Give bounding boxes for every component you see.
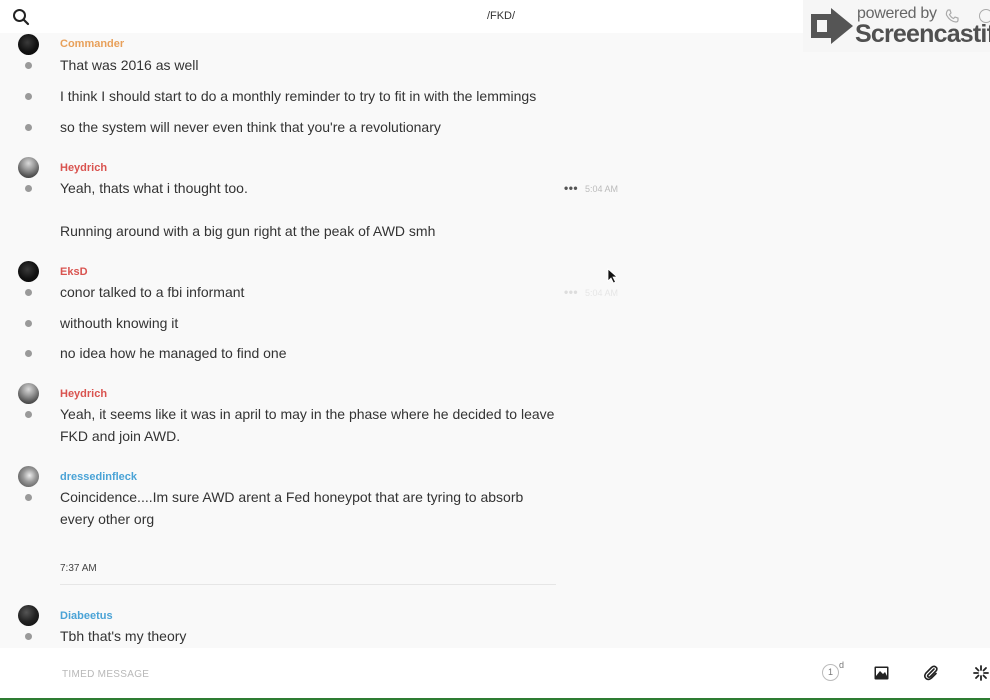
attachment-icon[interactable] <box>923 665 939 681</box>
message-text: so the system will never even think that… <box>60 119 441 135</box>
message-text: Yeah, it seems like it was in april to m… <box>60 406 555 444</box>
username[interactable]: EksD <box>60 266 88 278</box>
message-dot <box>25 124 32 131</box>
username[interactable]: Commander <box>60 38 124 50</box>
timer-unit: d <box>839 660 845 670</box>
avatar[interactable] <box>18 605 39 626</box>
message-dot <box>25 62 32 69</box>
message-text: Coincidence....Im sure AWD arent a Fed h… <box>60 489 524 527</box>
screencastify-logo-icon <box>811 8 853 44</box>
message-input[interactable] <box>60 662 764 686</box>
avatar[interactable] <box>18 466 39 487</box>
message-text: Yeah, thats what i thought too. <box>60 180 248 196</box>
mouse-cursor-icon <box>607 268 619 284</box>
message-dot <box>25 350 32 357</box>
message-text: no idea how he managed to find one <box>60 345 287 361</box>
info-icon[interactable] <box>979 9 990 23</box>
timer-button[interactable]: 1 d <box>822 660 844 684</box>
username[interactable]: Heydrich <box>60 162 107 174</box>
message-dot <box>25 185 32 192</box>
divider-line <box>60 584 556 585</box>
message-more-button[interactable]: ••• <box>564 285 578 299</box>
avatar[interactable] <box>18 34 39 55</box>
phone-icon[interactable] <box>945 9 959 23</box>
message-text: conor talked to a fbi informant <box>60 284 245 300</box>
message-dot <box>25 320 32 327</box>
message-dot <box>25 411 32 418</box>
message-more-button[interactable]: ••• <box>564 181 578 195</box>
username[interactable]: dressedinfleck <box>60 471 137 483</box>
message-text: I think I should start to do a monthly r… <box>60 88 537 104</box>
avatar[interactable] <box>18 157 39 178</box>
timer-value: 1 <box>822 664 839 681</box>
composer-bar: 1 d <box>0 648 990 700</box>
avatar[interactable] <box>18 383 39 404</box>
effects-icon[interactable] <box>973 665 989 681</box>
message-dot <box>25 93 32 100</box>
message-dot <box>25 633 32 640</box>
message-timestamp: 5:04 AM <box>585 184 619 194</box>
message-timestamp: 5:04 AM <box>585 288 619 298</box>
avatar[interactable] <box>18 261 39 282</box>
message-dot <box>25 494 32 501</box>
message-text: That was 2016 as well <box>60 57 199 73</box>
watermark-brand: Screencastify <box>855 20 990 48</box>
message-text: withouth knowing it <box>60 315 179 331</box>
message-dot <box>25 289 32 296</box>
username[interactable]: Heydrich <box>60 388 107 400</box>
time-divider: 7:37 AM <box>60 563 97 574</box>
image-icon[interactable] <box>874 666 889 680</box>
message-text: Running around with a big gun right at t… <box>60 223 436 239</box>
screencastify-watermark: powered by Screencastify <box>803 0 990 52</box>
message-text: Tbh that's my theory <box>60 628 187 644</box>
username[interactable]: Diabeetus <box>60 610 113 622</box>
